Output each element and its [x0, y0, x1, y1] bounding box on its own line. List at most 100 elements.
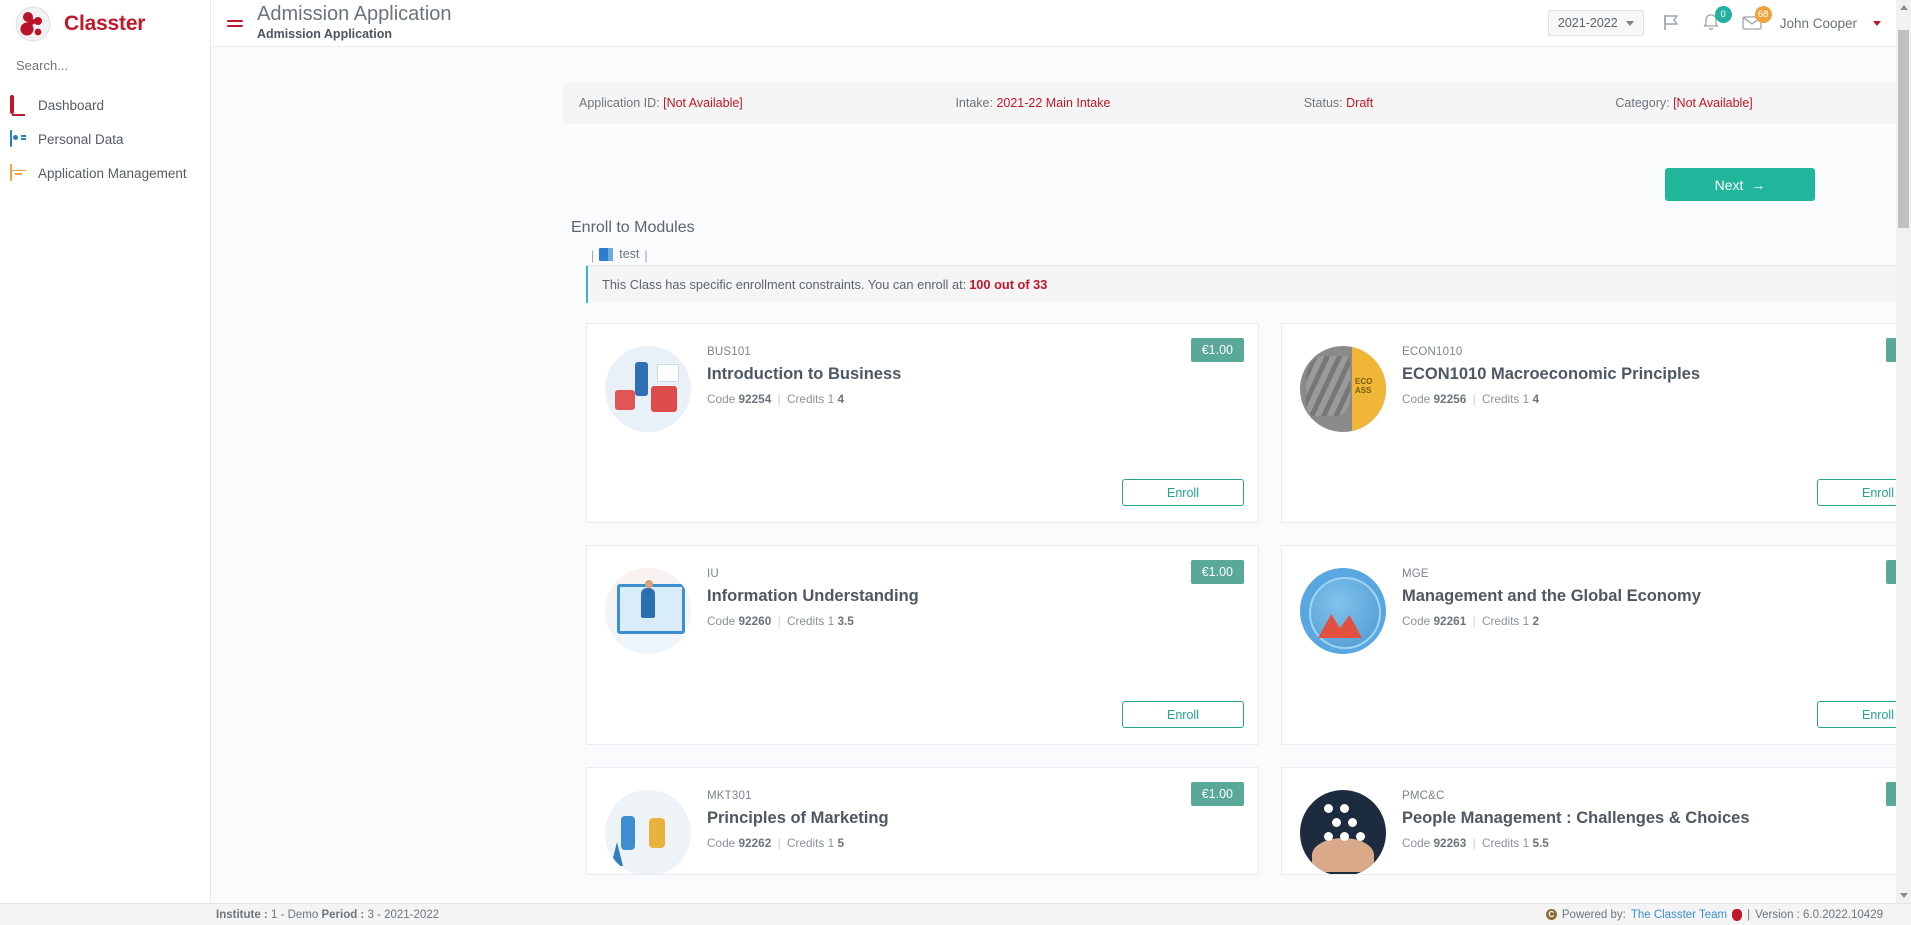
- institute-value: 1 - Demo: [270, 908, 319, 921]
- content-scroll-area[interactable]: Application ID: [Not Available] Intake: …: [211, 47, 1911, 925]
- info-label: Status:: [1303, 96, 1343, 110]
- module-credits: 4: [837, 392, 844, 406]
- user-name: John Cooper: [1779, 15, 1857, 31]
- sidebar: Classter Dashboard Personal Data Applica…: [0, 0, 211, 925]
- info-application-id: Application ID: [Not Available]: [563, 96, 939, 110]
- credits-prefix: Credits 1: [1481, 614, 1530, 628]
- classter-team-link[interactable]: The Classter Team: [1631, 909, 1727, 921]
- module-title: ECON1010 Macroeconomic Principles: [1402, 365, 1701, 383]
- module-thumbnail: [1300, 346, 1386, 432]
- meta-separator: |: [777, 392, 781, 406]
- info-intake: Intake: 2021-22 Main Intake: [939, 96, 1287, 110]
- sidebar-item-dashboard[interactable]: Dashboard: [0, 91, 210, 119]
- application-info-bar: Application ID: [Not Available] Intake: …: [563, 82, 1897, 124]
- module-credits: 2: [1532, 614, 1539, 628]
- notification-count-badge: 0: [1714, 6, 1732, 23]
- id-card-icon: [10, 130, 28, 147]
- scroll-up-arrow-icon[interactable]: [1896, 0, 1911, 15]
- page-title: Admission Application: [257, 3, 452, 26]
- module-price-badge: €1.00: [1190, 338, 1244, 362]
- module-credits: 5: [837, 836, 844, 850]
- module-card[interactable]: MKT301 Principles of Marketing Code 9226…: [586, 767, 1259, 875]
- module-course-code: 92263: [1433, 836, 1467, 850]
- next-button[interactable]: Next →: [1665, 168, 1815, 201]
- module-thumbnail: [1300, 568, 1386, 654]
- academic-year-select[interactable]: 2021-2022: [1547, 10, 1644, 36]
- sidebar-item-application-management[interactable]: Application Management: [0, 159, 210, 187]
- module-card[interactable]: MGE Management and the Global Economy Co…: [1281, 545, 1911, 745]
- info-value: 2021-22 Main Intake: [996, 96, 1111, 110]
- credits-prefix: Credits 1: [1481, 392, 1530, 406]
- envelope-icon[interactable]: 68: [1740, 6, 1772, 35]
- sidebar-item-label: Application Management: [38, 165, 187, 181]
- tab-separator-left: |: [591, 249, 595, 263]
- module-price-badge: €1.00: [1190, 782, 1244, 806]
- module-code: BUS101: [707, 346, 752, 358]
- module-thumbnail: [605, 346, 691, 432]
- alert-text: This Class has specific enrollment const…: [602, 277, 967, 292]
- module-thumbnail: [1300, 790, 1386, 874]
- user-menu-chevron-icon[interactable]: [1873, 20, 1881, 26]
- module-code: ECON1010: [1402, 346, 1463, 358]
- version-label: Version : 6.0.2022.10429: [1755, 908, 1883, 921]
- module-info: MKT301 Principles of Marketing Code 9226…: [707, 790, 1240, 874]
- search-input[interactable]: [16, 58, 194, 73]
- footer: Institute : 1 - Demo Period : 3 - 2021-2…: [0, 903, 1911, 925]
- credits-prefix: Credits 1: [786, 836, 835, 850]
- meta-separator: |: [1472, 392, 1476, 406]
- info-label: Category:: [1615, 96, 1670, 110]
- module-course-code: 92260: [738, 614, 772, 628]
- enrollment-constraint-alert: This Class has specific enrollment const…: [586, 266, 1911, 303]
- alert-highlight: 100 out of 33: [969, 277, 1048, 292]
- bell-icon[interactable]: 0: [1700, 6, 1732, 35]
- info-value: [Not Available]: [1673, 96, 1753, 110]
- scroll-down-arrow-icon[interactable]: [1896, 888, 1911, 903]
- chevron-down-icon: [1625, 20, 1634, 26]
- footer-divider: |: [1747, 908, 1751, 921]
- module-course-code: 92254: [738, 392, 772, 406]
- powered-by-label: Powered by:: [1561, 908, 1626, 921]
- code-prefix: Code: [707, 836, 736, 850]
- module-meta: Code 92254 | Credits 1 4: [707, 392, 1240, 406]
- module-card[interactable]: PMC&C People Management : Challenges & C…: [1281, 767, 1911, 875]
- module-price-badge: €1.00: [1190, 560, 1244, 584]
- brand-name: Classter: [64, 11, 146, 35]
- brand[interactable]: Classter: [0, 0, 210, 47]
- module-card[interactable]: BUS101 Introduction to Business Code 922…: [586, 323, 1259, 523]
- flag-icon[interactable]: [1660, 11, 1684, 35]
- enroll-button[interactable]: Enroll: [1122, 701, 1244, 728]
- header-right: 2021-2022 0 68 John Cooper: [1547, 6, 1911, 37]
- scrollbar-thumb[interactable]: [1898, 30, 1909, 228]
- module-thumbnail: [605, 568, 691, 654]
- credits-prefix: Credits 1: [786, 392, 835, 406]
- meta-separator: |: [777, 614, 781, 628]
- module-code: MGE: [1402, 568, 1429, 580]
- sidebar-item-personal-data[interactable]: Personal Data: [0, 125, 210, 153]
- period-label: Period :: [321, 908, 365, 921]
- hamburger-icon[interactable]: [227, 17, 243, 30]
- module-title: Information Understanding: [707, 587, 919, 605]
- next-button-row: Next →: [211, 168, 1897, 201]
- module-title: People Management : Challenges & Choices: [1402, 809, 1750, 827]
- code-prefix: Code: [707, 614, 736, 628]
- next-button-label: Next: [1714, 176, 1744, 193]
- module-card[interactable]: ECON1010 ECON1010 Macroeconomic Principl…: [1281, 323, 1911, 523]
- module-credits: 4: [1532, 392, 1539, 406]
- tab-test[interactable]: test: [599, 247, 639, 263]
- enroll-button[interactable]: Enroll: [1122, 479, 1244, 506]
- meta-separator: |: [1472, 836, 1476, 850]
- content-inner: Application ID: [Not Available] Intake: …: [211, 47, 1911, 875]
- code-prefix: Code: [1402, 614, 1431, 628]
- sidebar-item-label: Personal Data: [38, 131, 124, 147]
- page-scrollbar[interactable]: [1896, 0, 1911, 903]
- mail-count-badge: 68: [1754, 6, 1772, 23]
- page-titles: Admission Application Admission Applicat…: [257, 4, 452, 41]
- info-label: Application ID:: [579, 96, 660, 110]
- archive-icon: [10, 164, 28, 181]
- module-course-code: 92256: [1433, 392, 1467, 406]
- classter-logo-icon: [14, 5, 52, 43]
- module-card[interactable]: IU Information Understanding Code 92260 …: [586, 545, 1259, 745]
- classter-mini-logo-icon: [1732, 908, 1743, 921]
- main-area: Admission Application Admission Applicat…: [211, 0, 1911, 925]
- search-box[interactable]: [0, 47, 210, 81]
